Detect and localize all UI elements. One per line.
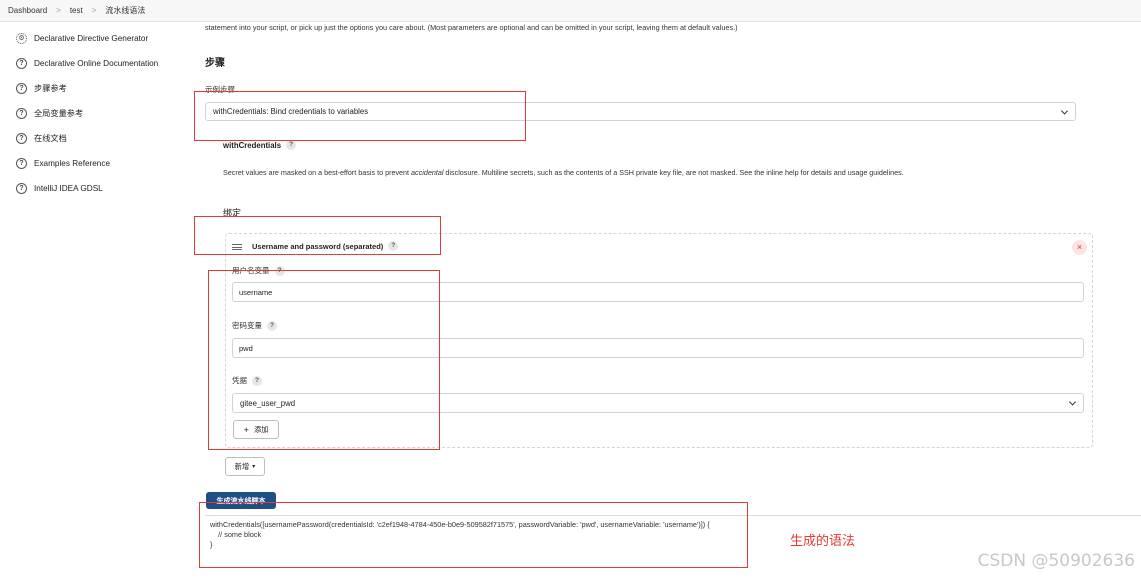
with-credentials-title: withCredentials ? [223,140,297,150]
annotation-box-generated-code [199,502,748,568]
help-icon: ? [16,132,27,144]
breadcrumb-pipeline-syntax[interactable]: 流水线语法 [105,5,145,16]
annotation-box-binding-fields [208,270,440,450]
sidebar-item-label: Declarative Online Documentation [34,58,159,68]
help-icon: ? [16,182,27,194]
annotation-box-sample-step [194,91,526,141]
sidebar-item-label: IntelliJ IDEA GDSL [34,183,103,193]
breadcrumb-separator: > [56,6,61,15]
annotation-label: 生成的语法 [790,533,856,548]
sidebar-item-intellij-gdsl[interactable]: ? IntelliJ IDEA GDSL [16,181,103,195]
sidebar-item-examples-reference[interactable]: ? Examples Reference [16,156,110,170]
sidebar-item-global-variables[interactable]: ? 全局变量参考 [16,106,83,120]
sidebar: ⚙ Declarative Directive Generator ? Decl… [0,22,196,582]
caret-down-icon: ▾ [252,464,256,470]
new-binding-label: 新增 [234,461,250,471]
breadcrumb-dashboard[interactable]: Dashboard [8,6,47,15]
steps-heading: 步骤 [205,58,225,69]
sidebar-item-label: 在线文档 [34,134,67,143]
sidebar-item-directive-generator[interactable]: ⚙ Declarative Directive Generator [16,31,148,45]
description-emphasis: accidental [411,168,444,177]
new-binding-button[interactable]: 新增 ▾ [225,457,265,476]
with-credentials-label: withCredentials [223,140,282,150]
annotation-box-binding-type [194,216,441,255]
sidebar-item-label: 全局变量参考 [34,109,84,118]
watermark: CSDN @50902636 [977,551,1135,571]
sidebar-item-steps-reference[interactable]: ? 步骤参考 [16,81,67,95]
sidebar-item-label: 步骤参考 [34,84,67,93]
delete-binding-icon[interactable]: × [1072,240,1087,255]
step-description: Secret values are masked on a best-effor… [223,168,904,177]
help-icon: ? [16,107,27,119]
help-icon: ? [16,82,27,94]
description-text: Secret values are masked on a best-effor… [223,168,904,177]
sidebar-item-online-documentation[interactable]: ? Declarative Online Documentation [16,56,158,70]
chevron-down-icon [1060,106,1069,115]
intro-text: statement into your script, or pick up j… [205,23,738,32]
breadcrumb-separator: > [91,6,97,15]
help-icon: ? [16,57,27,69]
help-icon: ? [16,157,27,169]
breadcrumb: Dashboard > test > 流水线语法 [0,0,1141,22]
sidebar-item-online-docs[interactable]: ? 在线文档 [16,131,67,145]
chevron-down-icon [1068,398,1077,406]
sidebar-item-label: Declarative Directive Generator [34,33,149,43]
sidebar-item-label: Examples Reference [34,158,110,168]
breadcrumb-test[interactable]: test [70,6,83,15]
help-icon[interactable]: ? [286,140,297,150]
gear-icon: ⚙ [16,32,27,44]
